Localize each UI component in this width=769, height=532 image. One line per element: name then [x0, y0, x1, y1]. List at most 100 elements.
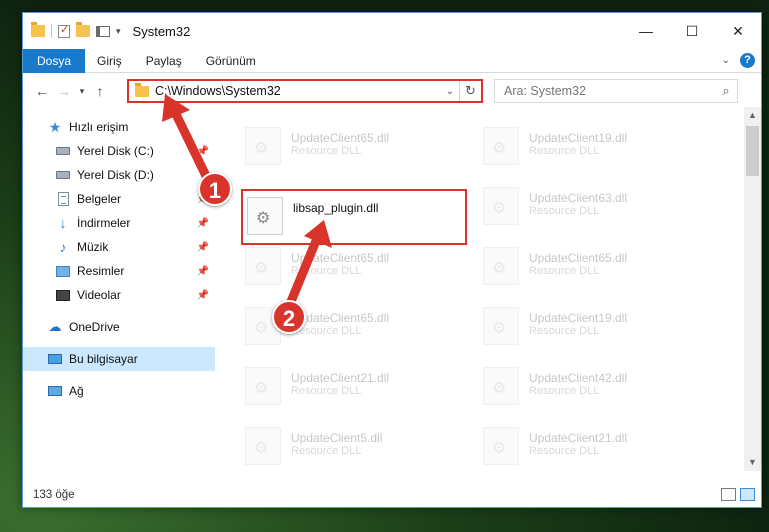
chevron-down-icon[interactable]: ▾ [116, 26, 121, 37]
dll-file-icon: ⚙ [245, 247, 281, 285]
dll-file-icon: ⚙ [483, 247, 519, 285]
navigation-pane: ★ Hızlı erişim Yerel Disk (C:) 📌 Yerel D… [23, 113, 215, 468]
properties-check-icon[interactable] [58, 23, 70, 38]
explorer-window: ▾ System32 — ☐ ✕ Dosya Giriş Paylaş Görü… [22, 12, 762, 508]
drive-icon [55, 144, 71, 158]
search-icon[interactable]: ⌕ [715, 83, 737, 99]
sidebar-item-label: Hızlı erişim [69, 120, 129, 134]
up-arrow-icon[interactable]: ↑ [89, 83, 111, 99]
sidebar-item-label: Belgeler [77, 192, 122, 206]
details-view-icon[interactable] [721, 488, 736, 501]
file-item[interactable]: ⚙ libsap_plugin.dll [243, 193, 463, 241]
back-arrow-icon[interactable]: ← [31, 83, 53, 99]
dll-file-icon: ⚙ [483, 127, 519, 165]
dll-file-icon: ⚙ [483, 367, 519, 405]
dll-file-icon: ⚙ [483, 307, 519, 345]
sidebar-item-music[interactable]: ♪ Müzik 📌 [23, 235, 215, 259]
network-icon [47, 384, 63, 398]
sidebar-item-this-pc[interactable]: Bu bilgisayar [23, 347, 215, 371]
pin-icon[interactable]: 📌 [197, 242, 209, 253]
window-controls: — ☐ ✕ [623, 13, 761, 49]
search-box[interactable]: Ara: System32 ⌕ [494, 79, 738, 103]
download-icon: ↓ [59, 215, 67, 231]
minimize-button[interactable]: — [623, 13, 669, 49]
sidebar-item-downloads[interactable]: ↓ İndirmeler 📌 [23, 211, 215, 235]
scroll-thumb[interactable] [746, 126, 759, 176]
address-bar[interactable]: C:\Windows\System32 ⌄ ↻ [127, 79, 483, 103]
video-icon [55, 288, 71, 302]
sidebar-item-label: Yerel Disk (D:) [77, 168, 154, 182]
file-item[interactable]: ⚙ UpdateClient42.dll Resource DLL [479, 363, 699, 411]
help-icon[interactable]: ? [740, 53, 755, 68]
tab-home[interactable]: Giriş [85, 49, 134, 73]
address-path[interactable]: C:\Windows\System32 [155, 84, 441, 98]
tiles-view-icon[interactable] [740, 488, 755, 501]
sidebar-item-local-disk-d[interactable]: Yerel Disk (D:) [23, 163, 215, 187]
pin-icon[interactable]: 📌 [197, 266, 209, 277]
sidebar-item-documents[interactable]: Belgeler 📌 [23, 187, 215, 211]
sidebar-item-network[interactable]: Ağ [23, 379, 215, 403]
step-badge-1: 1 [198, 172, 232, 206]
dll-file-icon: ⚙ [483, 427, 519, 465]
file-item[interactable]: ⚙ UpdateClient5.dll Resource DLL [241, 423, 461, 471]
file-item[interactable]: ⚙ UpdateClient19.dll Resource DLL [479, 123, 699, 171]
ribbon-right: ⌄ ? [722, 53, 755, 68]
sidebar-item-label: İndirmeler [77, 216, 131, 230]
window-title: System32 [132, 23, 191, 39]
file-item[interactable]: ⚙ UpdateClient65.dll Resource DLL [479, 243, 699, 291]
vertical-scrollbar[interactable]: ▲ ▼ [744, 107, 761, 471]
file-item[interactable]: ⚙ UpdateClient65.dll Resource DLL [241, 123, 461, 171]
drive-icon [55, 168, 71, 182]
pin-icon[interactable]: 📌 [197, 218, 209, 229]
document-icon [55, 192, 71, 206]
sidebar-item-videos[interactable]: Videolar 📌 [23, 283, 215, 307]
close-button[interactable]: ✕ [715, 13, 761, 49]
tab-share[interactable]: Paylaş [134, 49, 194, 73]
sidebar-item-label: Bu bilgisayar [69, 352, 138, 366]
dll-file-icon: ⚙ [245, 427, 281, 465]
file-item[interactable]: ⚙ UpdateClient65.dll Resource DLL [241, 243, 461, 291]
dll-file-icon: ⚙ [247, 197, 283, 235]
navigation-bar: ← → ▾ ↑ C:\Windows\System32 ⌄ ↻ Ara: Sys… [23, 75, 761, 107]
highlighted-file-item[interactable]: ⚙ libsap_plugin.dll [241, 189, 467, 245]
step-badge-2: 2 [272, 300, 306, 334]
sidebar-item-label: Resimler [77, 264, 125, 278]
scroll-down-icon[interactable]: ▼ [744, 454, 761, 471]
computer-icon [47, 352, 63, 366]
customize-toolbar-icon[interactable] [96, 25, 110, 37]
file-item[interactable]: ⚙ UpdateClient19.dll Resource DLL [479, 303, 699, 351]
recent-locations-icon[interactable]: ▾ [75, 86, 89, 97]
file-item[interactable]: ⚙ UpdateClient21.dll Resource DLL [479, 423, 699, 471]
sidebar-item-onedrive[interactable]: ☁ OneDrive [23, 315, 215, 339]
pictures-icon [55, 264, 71, 278]
expand-ribbon-icon[interactable]: ⌄ [722, 55, 730, 66]
cloud-icon: ☁ [48, 319, 62, 334]
folder-icon[interactable] [31, 22, 45, 37]
file-item[interactable]: ⚙ UpdateClient21.dll Resource DLL [241, 363, 461, 411]
status-bar: 133 öğe [23, 483, 761, 507]
file-item[interactable]: ⚙ UpdateClient63.dll Resource DLL [479, 183, 699, 231]
sidebar-item-pictures[interactable]: Resimler 📌 [23, 259, 215, 283]
pin-icon[interactable]: 📌 [197, 146, 209, 157]
sidebar-item-quick-access[interactable]: ★ Hızlı erişim [23, 115, 215, 139]
chevron-down-icon[interactable]: ⌄ [441, 86, 459, 97]
title-bar: ▾ System32 — ☐ ✕ [23, 13, 761, 49]
ribbon-tabs: Dosya Giriş Paylaş Görünüm ⌄ ? [23, 48, 761, 73]
refresh-icon[interactable]: ↻ [459, 81, 481, 101]
sidebar-item-local-disk-c[interactable]: Yerel Disk (C:) 📌 [23, 139, 215, 163]
sidebar-item-label: Ağ [69, 384, 84, 398]
forward-arrow-icon[interactable]: → [53, 83, 75, 99]
tab-view[interactable]: Görünüm [194, 49, 268, 73]
music-icon: ♪ [59, 239, 67, 255]
file-list: ⚙ UpdateClient65.dll Resource DLL ⚙ Updat… [217, 107, 735, 471]
maximize-button[interactable]: ☐ [669, 13, 715, 49]
new-folder-icon[interactable] [76, 22, 90, 37]
separator [51, 24, 52, 38]
sidebar-item-label: OneDrive [69, 320, 120, 334]
pin-icon[interactable]: 📌 [197, 290, 209, 301]
search-input[interactable]: Ara: System32 [504, 84, 715, 98]
item-count: 133 öğe [33, 489, 75, 501]
tab-file[interactable]: Dosya [23, 48, 86, 73]
scroll-up-icon[interactable]: ▲ [744, 107, 761, 124]
sidebar-item-label: Videolar [77, 288, 121, 302]
